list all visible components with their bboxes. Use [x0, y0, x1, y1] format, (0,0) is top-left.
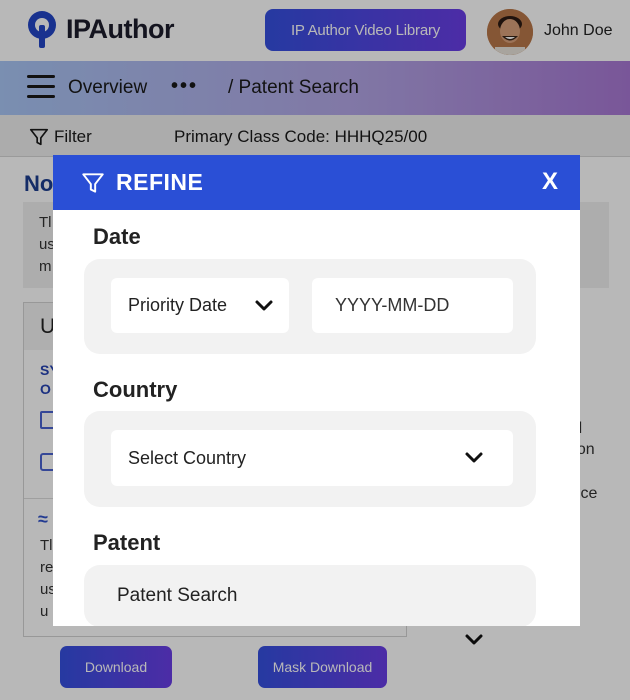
modal-header: REFINE X: [53, 155, 580, 210]
refine-modal: REFINE X Date Priority Date YYYY-MM-DD C…: [53, 155, 580, 626]
date-input[interactable]: YYYY-MM-DD: [312, 278, 513, 333]
date-placeholder: YYYY-MM-DD: [335, 295, 450, 315]
patent-search-label: Patent Search: [117, 585, 238, 606]
close-button[interactable]: X: [542, 168, 558, 196]
country-select[interactable]: Select Country: [111, 430, 513, 486]
patent-label: Patent: [93, 530, 161, 555]
patent-search-panel[interactable]: Patent Search: [84, 565, 536, 626]
date-type-value: Priority Date: [128, 295, 228, 315]
country-label: Country: [93, 377, 178, 402]
country-panel: Select Country: [84, 411, 536, 507]
chevron-down-icon: [465, 452, 483, 463]
date-panel: Priority Date YYYY-MM-DD: [84, 259, 536, 354]
date-type-select[interactable]: Priority Date: [111, 278, 289, 333]
date-label: Date: [93, 224, 141, 249]
country-select-value: Select Country: [128, 447, 247, 468]
modal-title: REFINE: [116, 169, 204, 195]
filter-icon: [82, 172, 104, 193]
chevron-down-icon: [255, 300, 273, 311]
